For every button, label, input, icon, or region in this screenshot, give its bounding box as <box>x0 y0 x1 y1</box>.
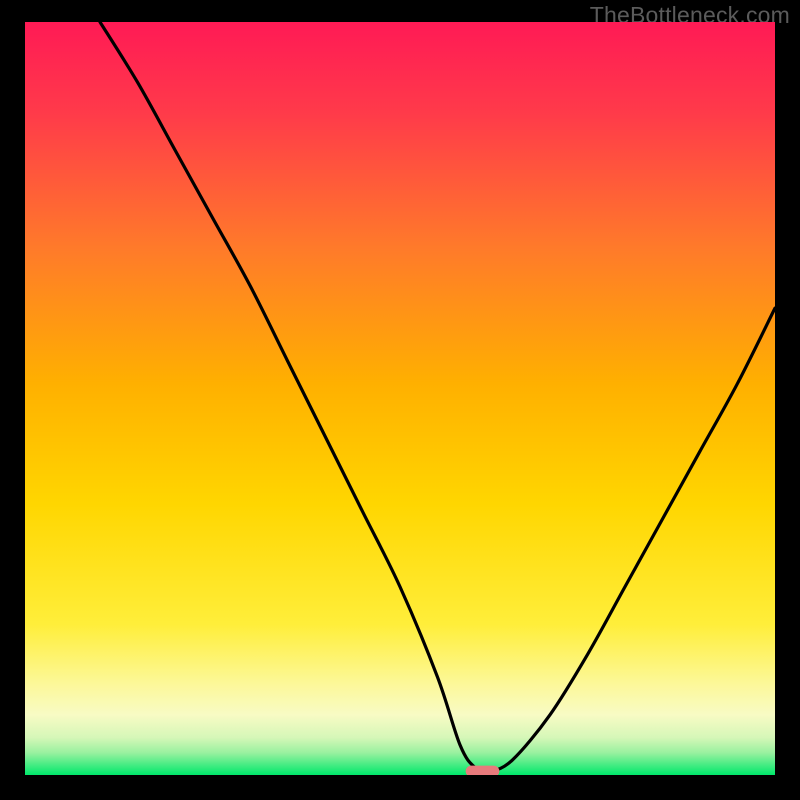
gradient-background <box>25 22 775 775</box>
plot-area <box>25 22 775 775</box>
chart-frame: TheBottleneck.com <box>0 0 800 800</box>
chart-svg <box>25 22 775 775</box>
optimum-marker <box>466 766 500 775</box>
